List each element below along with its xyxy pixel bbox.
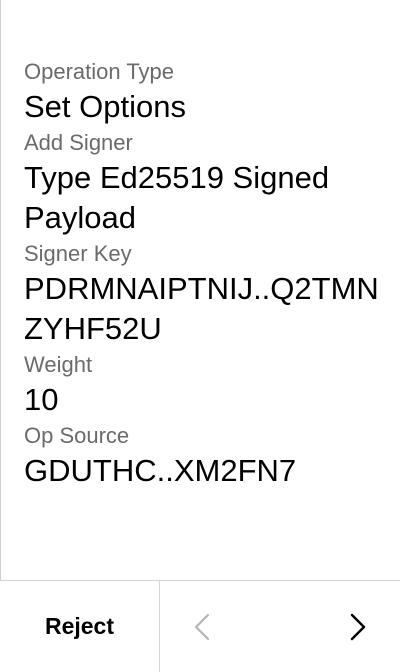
op-source-field: Op Source GDUTHC..XM2FN7: [24, 422, 384, 491]
reject-button[interactable]: Reject: [0, 581, 160, 672]
next-button[interactable]: [344, 607, 372, 647]
weight-value: 10: [24, 382, 59, 417]
add-signer-value: Type Ed25519 Signed Payload: [24, 160, 330, 235]
signer-key-label: Signer Key: [24, 241, 132, 266]
operation-details: Operation Type Set Options Add Signer Ty…: [24, 56, 384, 491]
op-source-value: GDUTHC..XM2FN7: [24, 453, 297, 488]
weight-field: Weight 10: [24, 351, 384, 420]
operation-type-field: Operation Type Set Options: [24, 58, 384, 127]
page-navigation: [160, 581, 400, 672]
op-source-label: Op Source: [24, 423, 130, 448]
action-bar: Reject: [0, 580, 400, 672]
add-signer-field: Add Signer Type Ed25519 Signed Payload: [24, 129, 384, 238]
chevron-right-icon: [350, 613, 366, 640]
previous-button[interactable]: [188, 607, 216, 647]
chevron-left-icon: [194, 613, 210, 640]
frame-border: [0, 0, 1, 580]
operation-type-value: Set Options: [24, 89, 186, 124]
signer-key-field: Signer Key PDRMNAIPTNIJ..Q2TMNZYHF52U: [24, 240, 384, 349]
weight-label: Weight: [24, 352, 93, 377]
add-signer-label: Add Signer: [24, 130, 133, 155]
operation-type-label: Operation Type: [24, 59, 175, 84]
signer-key-value: PDRMNAIPTNIJ..Q2TMNZYHF52U: [24, 271, 379, 346]
